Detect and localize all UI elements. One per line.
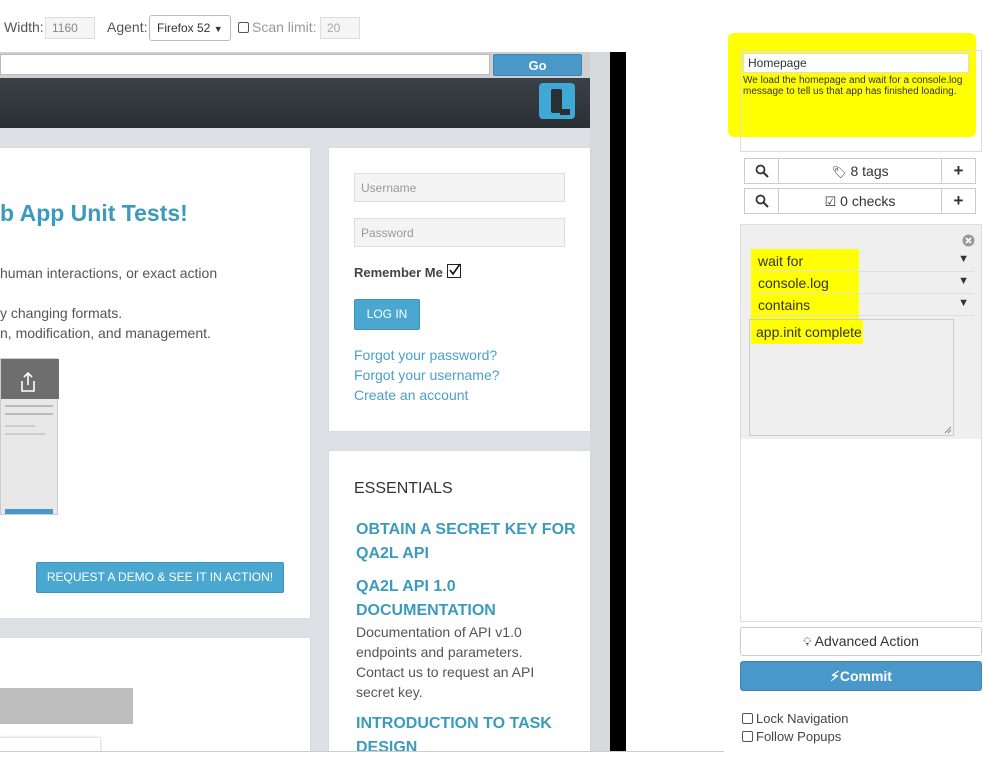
api-docs-link[interactable]: QA2L API 1.0 DOCUMENTATION [356,575,576,623]
remember-me-row[interactable]: Remember Me [354,263,461,280]
login-button[interactable]: LOG IN [354,299,420,330]
essentials-card: ESSENTIALS OBTAIN A SECRET KEY FOR QA2L … [329,451,590,751]
main-content-card: b App Unit Tests! human interactions, or… [0,148,310,618]
follow-popups-toggle[interactable]: Follow Popups [742,729,841,744]
tag-icon: 🏷︎ [831,165,847,179]
step-info-box: Homepage We load the homepage and wait f… [740,50,982,152]
caret-down-icon: ▼ [958,253,969,265]
secret-key-link[interactable]: OBTAIN A SECRET KEY FOR QA2L API [356,518,576,566]
preview-divider [610,52,626,751]
add-tag-button[interactable]: + [941,158,976,184]
scan-limit-input[interactable]: 20 [320,17,360,39]
action-operator-value: contains [758,297,811,313]
search-icon [755,194,769,208]
create-account-link[interactable]: Create an account [354,387,468,403]
scan-limit-checkbox[interactable] [238,22,249,33]
search-icon [755,164,769,178]
follow-popups-label: Follow Popups [756,729,842,744]
checks-button[interactable]: ☑ 0 checks [778,188,942,214]
tags-count-label: 8 tags [850,163,889,179]
lightning-icon: ⚡︎ [830,668,840,684]
body-line-2: y changing formats. [0,305,123,321]
password-input[interactable]: Password [354,218,565,247]
go-button[interactable]: Go [493,54,582,76]
commit-button[interactable]: ⚡︎Commit [740,661,982,691]
body-line-1: human interactions, or exact action [0,265,218,281]
preview-gutter [590,52,610,751]
action-editor: wait for ▼ console.log ▼ contains ▼ app.ini… [740,224,982,622]
step-editor-panel: Homepage We load the homepage and wait f… [724,0,990,775]
essentials-title: ESSENTIALS [354,480,453,497]
site-header [0,78,590,128]
commit-label: Commit [839,668,892,684]
checkmark-icon [448,263,461,276]
action-target-select[interactable]: console.log ▼ [756,274,975,294]
page-preview: Go b App Unit Tests! human interactions,… [0,52,724,752]
action-target-value: console.log [758,275,829,291]
action-type-value: wait for [758,253,804,269]
step-name-input[interactable]: Homepage [743,53,969,73]
secondary-content-card [0,638,310,751]
action-operator-select[interactable]: contains ▼ [756,296,975,316]
task-design-link[interactable]: INTRODUCTION TO TASK DESIGN [356,712,576,751]
agent-label: Agent: [107,19,148,35]
lock-navigation-checkbox[interactable] [742,713,753,724]
remember-me-checkbox[interactable] [446,263,461,278]
agent-select[interactable]: Firefox 52 ▼ [149,15,231,41]
remember-me-label: Remember Me [354,265,443,280]
width-input[interactable]: 1160 [45,17,95,39]
api-docs-description: Documentation of API v1.0 endpoints and … [356,624,535,700]
agent-select-value: Firefox 52 [157,21,211,35]
action-type-select[interactable]: wait for ▼ [756,252,975,272]
app-screenshot-thumbnail [0,358,59,515]
caret-down-icon: ▼ [958,297,969,309]
step-description-input[interactable]: We load the homepage and wait for a cons… [743,75,969,97]
url-bar: Go [0,52,610,78]
advanced-action-button[interactable]: 💡︎ Advanced Action [740,627,982,656]
main-heading: b App Unit Tests! [0,200,188,226]
url-input[interactable] [0,54,490,75]
width-label: Width: [4,19,44,35]
share-icon [21,371,35,392]
add-check-button[interactable]: + [941,188,976,214]
plus-icon: + [953,191,964,210]
plus-icon: + [953,161,964,180]
preview-blank-area [626,52,724,751]
body-line-3: n, modification, and management. [0,325,211,341]
lightbulb-icon: 💡︎ [803,635,812,649]
advanced-action-label: Advanced Action [814,633,919,649]
forgot-username-link[interactable]: Forgot your username? [354,367,500,383]
close-icon[interactable] [962,234,975,247]
caret-down-icon: ▼ [213,24,223,34]
tags-button[interactable]: 🏷︎ 8 tags [778,158,942,184]
checkbox-icon: ☑ [824,194,837,209]
login-card: Username Password Remember Me LOG IN For… [329,148,590,431]
content-image-caption [0,738,100,751]
username-input[interactable]: Username [354,173,565,202]
resize-handle-icon[interactable] [944,426,952,434]
site-logo-icon [539,83,575,119]
forgot-password-link[interactable]: Forgot your password? [354,347,497,363]
tags-search-button[interactable] [744,158,779,184]
lock-navigation-label: Lock Navigation [756,711,849,726]
checks-search-button[interactable] [744,188,779,214]
checks-count-label: 0 checks [840,193,896,209]
caret-down-icon: ▼ [958,275,969,287]
scan-limit-label: Scan limit: [252,19,317,35]
action-value-text: app.init complete [756,324,862,340]
scan-limit-toggle[interactable]: Scan limit: [238,19,317,35]
lock-navigation-toggle[interactable]: Lock Navigation [742,711,849,726]
request-demo-button[interactable]: REQUEST A DEMO & SEE IT IN ACTION! [36,562,284,593]
follow-popups-checkbox[interactable] [742,731,753,742]
action-value-textarea[interactable]: app.init complete [749,319,954,436]
content-image [0,688,133,724]
